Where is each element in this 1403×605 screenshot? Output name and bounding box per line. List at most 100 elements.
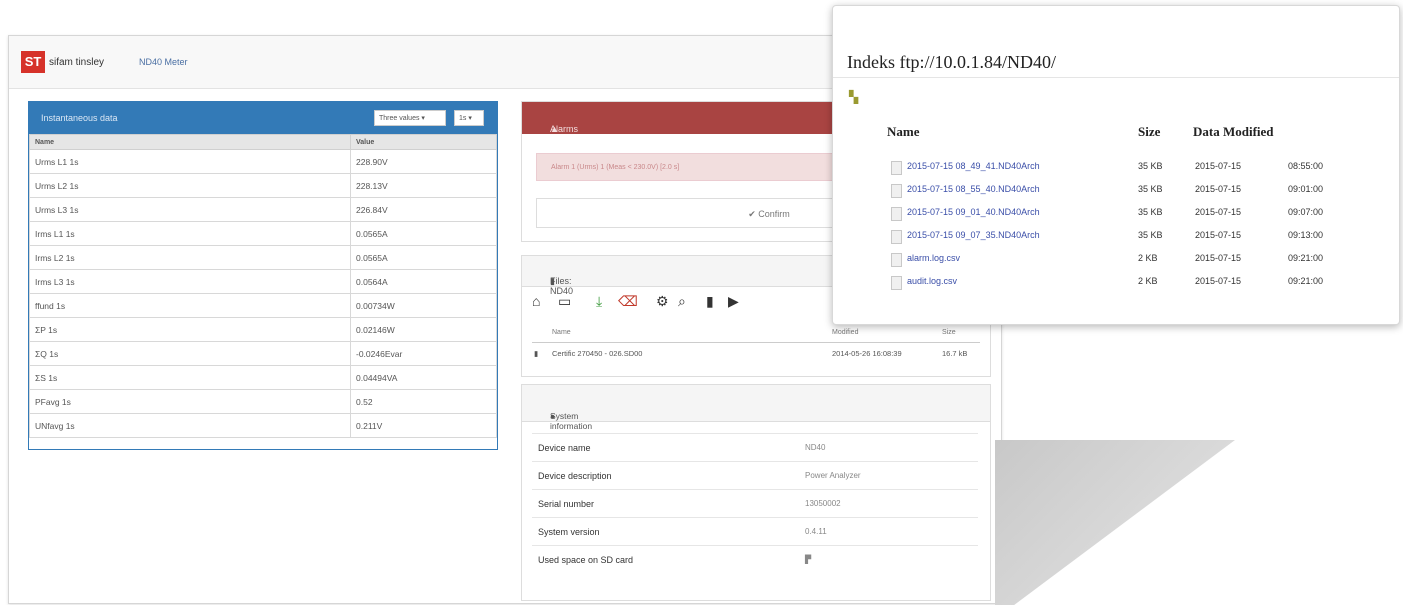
table-row: Urms L2 1s 228.13V (29, 173, 497, 198)
measurement-value: -0.0246Evar (350, 341, 497, 366)
measurement-name: ΣQ 1s (29, 341, 351, 366)
files-table-header: Name Modified Size (532, 324, 980, 343)
measurement-value: 0.0564A (350, 269, 497, 294)
table-row: ffund 1s 0.00734W (29, 293, 497, 318)
measurement-name: Irms L2 1s (29, 245, 351, 270)
values-select[interactable]: Three values ▾ (374, 110, 446, 126)
measurement-value: 228.13V (350, 173, 497, 198)
measurement-title: Instantaneous data (41, 113, 118, 123)
file-export-icon[interactable]: ▶ (728, 293, 739, 310)
measurement-name: PFavg 1s (29, 389, 351, 414)
ftp-file-name[interactable]: 2015-07-15 09_07_35.ND40Arch (907, 230, 1040, 240)
table-row: Device description Power Analyzer (532, 461, 978, 490)
measurement-name: UNfavg 1s (29, 413, 351, 438)
ftp-col-size[interactable]: Size (1138, 124, 1160, 140)
ftp-file-date: 2015-07-15 (1195, 184, 1242, 194)
list-item[interactable]: 2015-07-15 08_55_40.ND40Arch 35 KB 2015-07… (833, 180, 1399, 202)
table-row: Irms L1 1s 0.0565A (29, 221, 497, 246)
table-row: Irms L3 1s 0.0564A (29, 269, 497, 294)
ftp-file-date: 2015-07-15 (1195, 253, 1242, 263)
measurement-value: 228.90V (350, 149, 497, 174)
table-row: Used space on SD card ▛ (532, 545, 978, 573)
system-key: Device description (532, 461, 804, 490)
measurement-value: 0.00734W (350, 293, 497, 318)
ftp-file-name[interactable]: alarm.log.csv (907, 253, 960, 263)
ftp-file-date: 2015-07-15 (1195, 207, 1242, 217)
system-key: Device name (532, 433, 804, 462)
col-value: Value (350, 134, 497, 150)
measurement-name: Urms L2 1s (29, 173, 351, 198)
ftp-file-size: 2 KB (1138, 253, 1158, 263)
decorative-shadow (995, 440, 1235, 605)
file-icon (891, 161, 902, 175)
delete-icon[interactable]: ⌫ (618, 293, 638, 310)
interval-select[interactable]: 1s ▾ (454, 110, 484, 126)
files-col-modified: Modified (832, 329, 859, 336)
ftp-file-time: 09:07:00 (1288, 207, 1324, 217)
table-row: ΣP 1s 0.02146W (29, 317, 497, 342)
sifam-logo: ST (21, 51, 45, 73)
system-info-panel: ● System information Device name ND40 Devi… (521, 384, 991, 601)
table-row: System version 0.4.11 (532, 517, 978, 546)
measurement-value: 0.04494VA (350, 365, 497, 390)
ftp-file-name[interactable]: 2015-07-15 09_01_40.ND40Arch (907, 207, 1040, 217)
ftp-file-name[interactable]: 2015-07-15 08_55_40.ND40Arch (907, 184, 1040, 194)
list-item[interactable]: audit.log.csv 2 KB 2015-07-15 09:21:00 (833, 272, 1399, 294)
list-item[interactable]: 2015-07-15 09_01_40.ND40Arch 35 KB 2015-07… (833, 203, 1399, 225)
file-name[interactable]: Certific 270450 - 026.SD00 (552, 349, 642, 358)
ftp-file-time: 09:01:00 (1288, 184, 1324, 194)
download-icon[interactable]: ⤓ (596, 293, 602, 310)
measurement-name: Urms L1 1s (29, 149, 351, 174)
table-row: Device name ND40 (532, 433, 978, 462)
ftp-col-modified[interactable]: Data Modified (1193, 124, 1274, 140)
ftp-file-size: 35 KB (1138, 184, 1163, 194)
ftp-file-name[interactable]: audit.log.csv (907, 276, 957, 286)
product-name[interactable]: ND40 Meter (139, 57, 188, 67)
file-icon (891, 184, 902, 198)
system-value: 0.4.11 (804, 517, 978, 546)
measurement-panel-header: Instantaneous data Three values ▾ 1s ▾ (29, 102, 497, 134)
ftp-file-date: 2015-07-15 (1195, 230, 1242, 240)
ftp-index-window: Indeks ftp://10.0.1.84/ND40/ ▚ Name Size… (832, 5, 1400, 325)
folder-icon[interactable]: ▭ (558, 293, 571, 310)
table-row: Serial number 13050002 (532, 489, 978, 518)
company-name: sifam tinsley (49, 57, 105, 68)
system-value: 13050002 (804, 489, 978, 518)
ftp-file-size: 2 KB (1138, 276, 1158, 286)
divider (833, 77, 1399, 78)
table-row: Urms L1 1s 228.90V (29, 149, 497, 174)
measurement-name: Irms L1 1s (29, 221, 351, 246)
system-value: Power Analyzer (804, 461, 978, 490)
measurement-name: Urms L3 1s (29, 197, 351, 222)
folder-up-icon[interactable]: ▚ (849, 90, 858, 104)
file-modified: 2014-05-26 16:08:39 (832, 349, 902, 358)
file-icon[interactable]: ▮ (706, 293, 714, 310)
list-item[interactable]: alarm.log.csv 2 KB 2015-07-15 09:21:00 (833, 249, 1399, 271)
measurement-value: 0.02146W (350, 317, 497, 342)
ftp-file-date: 2015-07-15 (1195, 161, 1242, 171)
table-row: Irms L2 1s 0.0565A (29, 245, 497, 270)
list-item[interactable]: 2015-07-15 08_49_41.ND40Arch 35 KB 2015-07… (833, 157, 1399, 179)
file-size: 16.7 kB (942, 349, 968, 358)
open-folder-icon[interactable]: ⌂ (532, 293, 540, 309)
ftp-file-name[interactable]: 2015-07-15 08_49_41.ND40Arch (907, 161, 1040, 171)
file-row[interactable]: ▮ Certific 270450 - 026.SD00 2014-05-26 … (532, 344, 980, 368)
col-name: Name (29, 134, 351, 150)
table-row: ΣQ 1s -0.0246Evar (29, 341, 497, 366)
ftp-file-time: 08:55:00 (1288, 161, 1324, 171)
settings-icon[interactable]: ⚙ (656, 293, 669, 310)
table-row: Urms L3 1s 226.84V (29, 197, 497, 222)
measurement-name: ΣP 1s (29, 317, 351, 342)
ftp-file-size: 35 KB (1138, 207, 1163, 217)
table-row: PFavg 1s 0.52 (29, 389, 497, 414)
system-info-header: ● System information (522, 385, 990, 431)
ftp-col-name[interactable]: Name (887, 124, 920, 140)
ftp-file-size: 35 KB (1138, 230, 1163, 240)
search-icon[interactable]: ⌕ (678, 293, 686, 310)
file-icon (891, 276, 902, 290)
measurement-table: Name Value Urms L1 1s 228.90V Urms L2 1s 22… (29, 134, 497, 438)
system-key: System version (532, 517, 804, 546)
list-item[interactable]: 2015-07-15 09_07_35.ND40Arch 35 KB 2015-07… (833, 226, 1399, 248)
ftp-title: Indeks ftp://10.0.1.84/ND40/ (847, 52, 1056, 72)
files-col-size: Size (942, 329, 956, 336)
